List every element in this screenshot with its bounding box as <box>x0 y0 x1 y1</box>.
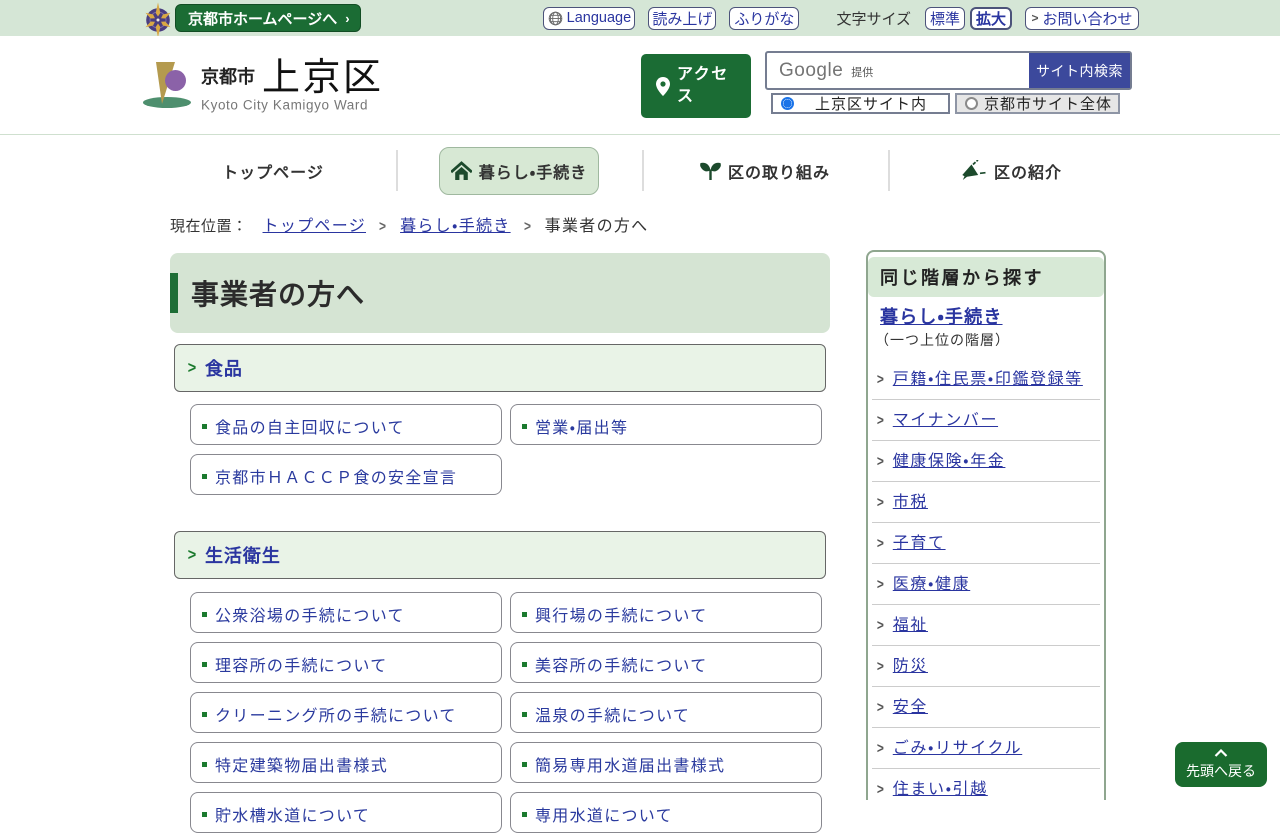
svg-text:上京区: 上京区 <box>262 57 384 99</box>
svg-text:京都市: 京都市 <box>201 66 255 87</box>
svg-text:Kyoto City Kamigyo Ward: Kyoto City Kamigyo Ward <box>201 98 368 113</box>
